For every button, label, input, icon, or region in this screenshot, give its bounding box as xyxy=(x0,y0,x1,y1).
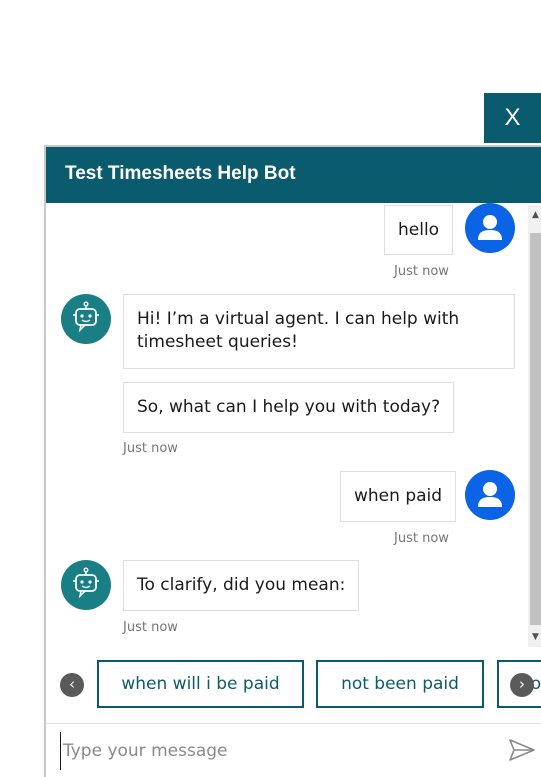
close-chat-button[interactable]: X xyxy=(484,93,541,143)
suggestions-next-button[interactable]: › xyxy=(510,673,534,697)
robot-icon xyxy=(73,301,99,333)
bot-message: So, what can I help you with today? xyxy=(123,382,455,433)
suggestions-prev-button[interactable]: ‹ xyxy=(60,673,84,697)
suggestion-label: not been paid xyxy=(341,674,459,694)
chat-title: Test Timesheets Help Bot xyxy=(65,163,296,184)
message-text: So, what can I help you with today? xyxy=(137,397,441,417)
suggestion-chip[interactable]: when will i be paid xyxy=(97,660,304,708)
scroll-thumb[interactable] xyxy=(530,233,541,625)
bot-message: To clarify, did you mean: xyxy=(123,560,360,611)
bot-avatar xyxy=(61,560,111,610)
message-text: To clarify, did you mean: xyxy=(137,575,346,595)
person-icon xyxy=(478,215,502,240)
suggestion-label: when will i be paid xyxy=(121,674,280,694)
person-icon xyxy=(478,482,502,507)
user-avatar xyxy=(465,470,515,520)
suggestion-chip[interactable]: not been paid xyxy=(316,660,484,708)
user-message: when paid xyxy=(340,471,457,522)
user-message: hello xyxy=(384,205,454,255)
transcript-scrollbar[interactable]: ▲ ▼ xyxy=(528,205,541,647)
message-text-line: timesheet queries! xyxy=(137,332,298,352)
composer xyxy=(46,724,541,777)
chat-header: Test Timesheets Help Bot xyxy=(46,147,541,203)
timestamp: Just now xyxy=(394,531,449,546)
message-input[interactable] xyxy=(60,732,495,770)
message-text-line: Hi! I’m a virtual agent. I can help with xyxy=(137,309,460,329)
robot-icon xyxy=(73,567,99,599)
scroll-down-arrow-icon[interactable]: ▼ xyxy=(530,631,541,643)
bot-message: Hi! I’m a virtual agent. I can help with… xyxy=(123,294,515,369)
bot-avatar xyxy=(61,294,111,344)
transcript: hello Just now Hi! I’m a virtual agent. … xyxy=(46,203,526,649)
message-text: when paid xyxy=(354,486,443,506)
user-avatar xyxy=(465,203,515,253)
chat-window: Test Timesheets Help Bot hello Just now xyxy=(44,145,541,777)
message-text: hello xyxy=(398,220,440,240)
send-icon[interactable] xyxy=(508,738,536,762)
timestamp: Just now xyxy=(123,620,178,635)
timestamp: Just now xyxy=(394,264,449,279)
suggested-actions: ‹ when will i be paid not been paid no › xyxy=(46,647,541,723)
scroll-up-arrow-icon[interactable]: ▲ xyxy=(530,209,541,221)
timestamp: Just now xyxy=(123,441,178,456)
